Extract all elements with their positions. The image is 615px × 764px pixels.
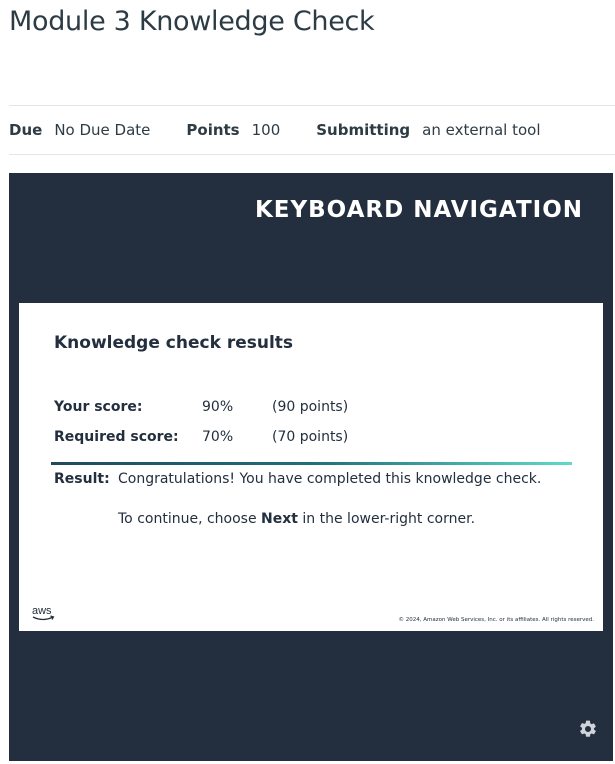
keyboard-navigation-button[interactable]: KEYBOARD NAVIGATION — [255, 197, 583, 223]
details-bottom-divider — [9, 154, 615, 155]
gear-icon[interactable] — [578, 719, 598, 739]
next-keyword: Next — [261, 511, 298, 527]
aws-logo-icon: aws — [32, 605, 55, 621]
results-card: Knowledge check results Your score: 90% … — [19, 303, 603, 631]
continue-instruction: To continue, choose Next in the lower-ri… — [118, 509, 475, 529]
assignment-page: Module 3 Knowledge Check Due No Due Date… — [0, 0, 615, 764]
submitting-value: an external tool — [422, 121, 541, 139]
required-score-points: (70 points) — [272, 429, 349, 445]
due-label: Due — [9, 121, 43, 139]
continue-suffix: in the lower-right corner. — [297, 511, 476, 527]
continue-prefix: To continue, choose — [118, 511, 262, 527]
assignment-details: Due No Due Date Points 100 Submitting an… — [9, 120, 541, 140]
external-tool-frame[interactable]: KEYBOARD NAVIGATION Knowledge check resu… — [9, 173, 613, 761]
your-score-points: (90 points) — [272, 399, 349, 415]
points-label: Points — [186, 121, 240, 139]
submitting-label: Submitting — [316, 121, 411, 139]
your-score-label: Your score: — [54, 399, 143, 415]
result-label: Result: — [54, 471, 110, 487]
due-value: No Due Date — [54, 121, 151, 139]
details-top-divider — [9, 105, 615, 106]
page-title: Module 3 Knowledge Check — [9, 6, 375, 37]
your-score-percent: 90% — [202, 399, 234, 415]
results-title: Knowledge check results — [54, 333, 294, 353]
required-score-percent: 70% — [202, 429, 234, 445]
required-score-label: Required score: — [54, 429, 179, 445]
result-message: Congratulations! You have completed this… — [118, 471, 542, 487]
copyright-text: © 2024, Amazon Web Services, Inc. or its… — [398, 617, 594, 623]
points-value: 100 — [251, 121, 281, 139]
results-divider — [51, 462, 572, 465]
aws-logo-text: aws — [32, 605, 52, 617]
